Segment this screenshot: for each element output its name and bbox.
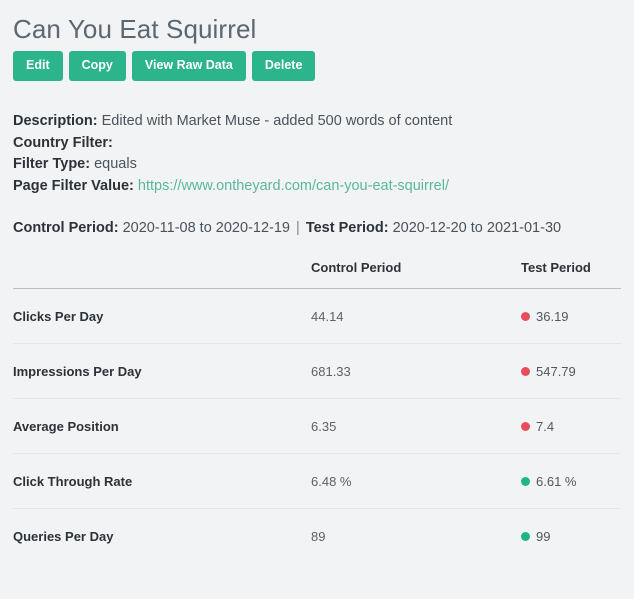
control-period-value: 2020-11-08 to 2020-12-19	[122, 220, 290, 236]
view-raw-data-button[interactable]: View Raw Data	[131, 51, 246, 81]
column-header-test-period: Test Period	[521, 260, 621, 289]
table-row: Average Position 6.35 7.4	[13, 398, 621, 454]
metric-test-value: 547.79	[536, 364, 576, 379]
table-row: Click Through Rate 6.48 % 6.61 %	[13, 453, 621, 509]
metric-control-value: 681.33	[311, 343, 521, 399]
metric-label: Impressions Per Day	[13, 343, 311, 399]
metric-label: Click Through Rate	[13, 453, 311, 509]
copy-button[interactable]: Copy	[68, 51, 126, 81]
metric-control-value: 6.48 %	[311, 453, 521, 509]
description-label: Description:	[13, 113, 98, 129]
metric-test-cell: 36.19	[521, 288, 621, 344]
metric-control-value: 6.35	[311, 398, 521, 454]
test-period-value: 2020-12-20 to 2021-01-30	[392, 220, 562, 236]
metric-test-value: 36.19	[536, 309, 569, 324]
metric-test-cell: 7.4	[521, 398, 621, 454]
table-row: Queries Per Day 89 99	[13, 509, 621, 564]
metadata-block: Description: Edited with Market Muse - a…	[13, 111, 621, 197]
table-row: Impressions Per Day 681.33 547.79	[13, 343, 621, 399]
metric-test-value: 99	[536, 529, 551, 544]
report-page: Can You Eat Squirrel Edit Copy View Raw …	[0, 0, 634, 599]
period-summary: Control Period: 2020-11-08 to 2020-12-19…	[13, 218, 621, 239]
action-button-row: Edit Copy View Raw Data Delete	[13, 51, 621, 81]
country-filter-label: Country Filter:	[13, 134, 113, 151]
metric-label: Average Position	[13, 398, 311, 454]
edit-button[interactable]: Edit	[13, 51, 63, 81]
metric-label: Queries Per Day	[13, 529, 114, 544]
metric-control-value: 89	[311, 529, 326, 544]
metrics-table-head: Control Period Test Period	[13, 260, 621, 289]
page-filter-value-link[interactable]: https://www.ontheyard.com/can-you-eat-sq…	[138, 178, 449, 194]
trend-down-icon	[521, 312, 530, 321]
metric-test-value: 7.4	[536, 419, 555, 434]
country-filter-row: Country Filter:	[13, 133, 621, 155]
trend-down-icon	[521, 367, 530, 376]
control-period-label: Control Period:	[13, 220, 119, 236]
description-row: Description: Edited with Market Muse - a…	[13, 111, 621, 133]
trend-up-icon	[521, 477, 530, 486]
table-row: Clicks Per Day 44.14 36.19	[13, 288, 621, 344]
metric-test-value: 6.61 %	[536, 474, 577, 489]
metric-test-cell: 6.61 %	[521, 453, 621, 509]
description-value: Edited with Market Muse - added 500 word…	[101, 113, 453, 129]
trend-up-icon	[521, 532, 530, 541]
metrics-table: Control Period Test Period Clicks Per Da…	[13, 260, 621, 563]
trend-down-icon	[521, 422, 530, 431]
metric-label: Clicks Per Day	[13, 288, 311, 344]
metric-test-cell: 547.79	[521, 343, 621, 399]
metrics-table-body: Clicks Per Day 44.14 36.19 Impressions P…	[13, 288, 621, 564]
page-title: Can You Eat Squirrel	[13, 14, 257, 44]
column-header-control-period: Control Period	[311, 260, 521, 289]
table-header-row: Control Period Test Period	[13, 260, 621, 289]
filter-type-value: equals	[94, 156, 137, 172]
column-header-metric	[13, 260, 311, 289]
metric-control-value: 44.14	[311, 288, 521, 344]
test-period-label: Test Period:	[305, 220, 389, 236]
metric-test-cell: 99	[521, 509, 621, 564]
period-separator: |	[296, 220, 300, 236]
page-filter-row: Page Filter Value: https://www.ontheyard…	[13, 176, 621, 198]
filter-type-row: Filter Type: equals	[13, 154, 621, 176]
filter-type-label: Filter Type:	[13, 156, 91, 172]
page-filter-label: Page Filter Value:	[13, 177, 134, 194]
delete-button[interactable]: Delete	[251, 51, 316, 81]
